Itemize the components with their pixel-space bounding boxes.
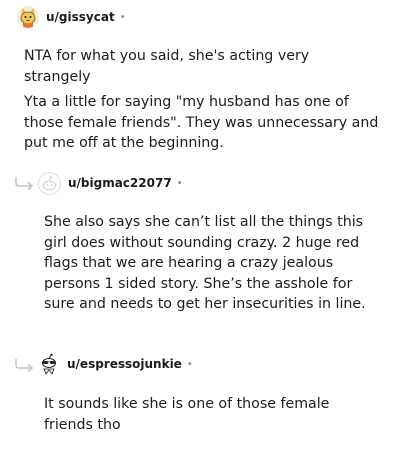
default-snoo-avatar-icon[interactable]	[38, 171, 61, 195]
comment-paragraph: NTA for what you said, she's acting very…	[24, 48, 310, 85]
snoo-cat-avatar-icon[interactable]	[17, 6, 39, 28]
comment-username[interactable]: u/gissycat	[46, 10, 115, 24]
comment-paragraph: She also says she can’t list all the thi…	[44, 214, 366, 313]
comment-username[interactable]: u/espressojunkie	[67, 357, 182, 371]
comment-body: She also says she can’t list all the thi…	[44, 212, 378, 315]
comment-header: u/espressojunkie •	[38, 352, 193, 376]
comment-paragraph: Yta a little for saying "my husband has …	[24, 94, 379, 152]
meta-separator: •	[119, 11, 126, 23]
snoo-sunglasses-avatar-icon[interactable]	[38, 353, 60, 375]
comment-paragraph: It sounds like she is one of those femal…	[44, 396, 330, 433]
comment-header: u/gissycat •	[17, 5, 126, 29]
comment-header: u/bigmac22077 •	[38, 171, 183, 195]
comment-body: It sounds like she is one of those femal…	[44, 394, 378, 435]
comment-body: NTA for what you said, she's acting very…	[24, 46, 380, 154]
meta-separator: •	[176, 177, 183, 189]
comment-username[interactable]: u/bigmac22077	[68, 176, 172, 190]
reply-arrow-icon	[15, 359, 34, 372]
reply-arrow-icon	[15, 177, 34, 190]
comment-thread: u/gissycat • NTA for what you said, she'…	[0, 0, 400, 460]
meta-separator: •	[186, 358, 193, 370]
